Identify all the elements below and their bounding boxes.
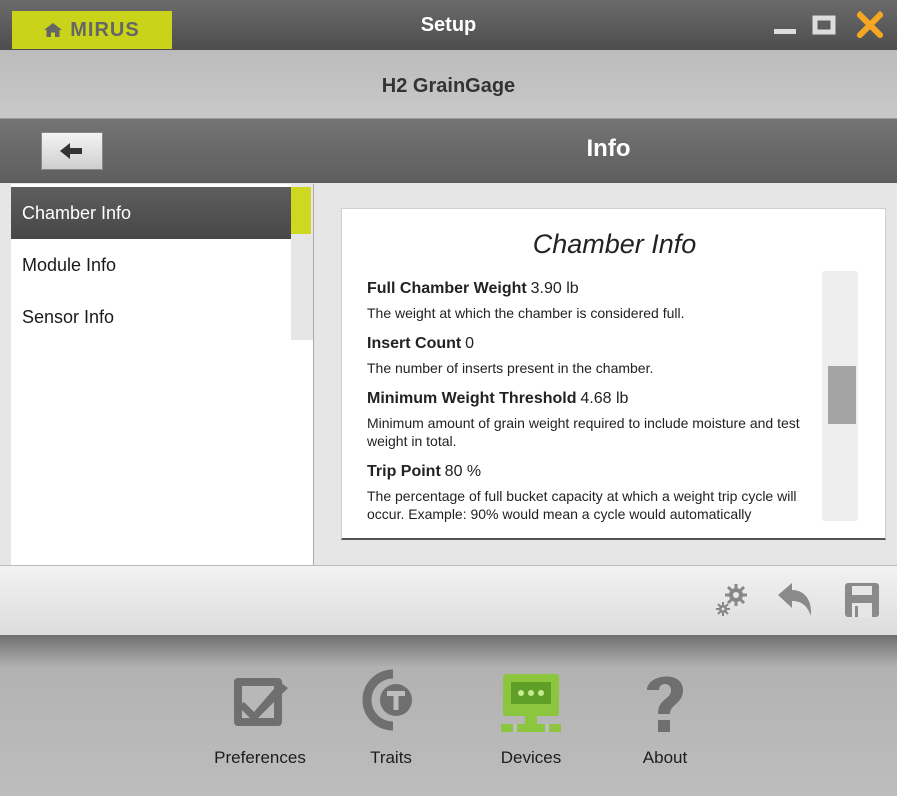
window-title: Setup — [420, 14, 477, 36]
field-value: 3.90 lb — [530, 280, 579, 297]
menu-item-sensor-info[interactable]: Sensor Info — [11, 291, 291, 343]
nav-traits[interactable]: Traits — [331, 660, 451, 768]
field-label: Insert Count — [367, 335, 462, 352]
field-insert-count: Insert Count 0 — [367, 334, 817, 353]
field-label: Full Chamber Weight — [367, 280, 527, 297]
gear-icon[interactable] — [712, 581, 750, 619]
info-category-list: Chamber Info Module Info Sensor Info — [11, 184, 314, 565]
nav-label: Preferences — [214, 748, 306, 767]
back-button[interactable] — [41, 132, 103, 170]
traits-icon — [362, 669, 412, 731]
field-full-chamber-weight: Full Chamber Weight 3.90 lb — [367, 279, 817, 298]
field-trip-point: Trip Point 80 % — [367, 462, 817, 481]
field-value: 80 % — [444, 463, 482, 480]
nav-label: Devices — [500, 748, 562, 767]
info-detail-panel: Chamber Info Full Chamber Weight 3.90 lb… — [318, 184, 897, 565]
field-value: 0 — [465, 335, 475, 352]
list-scrollbar-thumb[interactable] — [291, 187, 311, 234]
field-value: 4.68 lb — [580, 390, 629, 407]
maximize-icon[interactable] — [811, 10, 837, 38]
checkbox-icon — [234, 678, 288, 726]
page-title: Info — [586, 135, 631, 162]
field-minimum-weight-threshold: Minimum Weight Threshold 4.68 lb — [367, 389, 817, 408]
action-toolbar — [0, 565, 897, 636]
nav-preferences[interactable]: Preferences — [200, 660, 320, 768]
field-label: Minimum Weight Threshold — [367, 390, 577, 407]
nav-label: About — [642, 748, 688, 767]
menu-item-chamber-info[interactable]: Chamber Info — [11, 187, 291, 239]
device-title: H2 GrainGage — [0, 50, 897, 119]
bottom-navigation: Preferences Traits Devices About — [0, 635, 897, 796]
save-icon[interactable] — [843, 581, 881, 619]
menu-item-module-info[interactable]: Module Info — [11, 239, 291, 291]
field-description: The weight at which the chamber is consi… — [367, 305, 685, 321]
nav-bar: Info — [0, 119, 897, 183]
info-fields: Full Chamber Weight 3.90 lb The weight a… — [367, 279, 817, 535]
field-description: The number of inserts present in the cha… — [367, 360, 654, 376]
close-icon[interactable] — [857, 10, 883, 38]
field-description: The percentage of full bucket capacity a… — [367, 488, 797, 522]
undo-icon[interactable] — [776, 581, 814, 619]
title-bar: MIRUS Setup — [0, 0, 897, 50]
info-heading: Chamber Info — [532, 229, 697, 259]
arrow-left-icon — [60, 143, 82, 159]
device-icon — [501, 674, 561, 732]
nav-label: Traits — [370, 748, 412, 767]
info-scrollbar-thumb[interactable] — [828, 366, 856, 424]
minimize-icon[interactable] — [772, 10, 798, 38]
nav-devices[interactable]: Devices — [471, 660, 591, 768]
field-description: Minimum amount of grain weight required … — [367, 415, 800, 449]
info-card: Chamber Info Full Chamber Weight 3.90 lb… — [341, 208, 886, 540]
field-label: Trip Point — [367, 463, 441, 480]
question-icon — [647, 676, 683, 732]
nav-about[interactable]: About — [605, 660, 725, 768]
